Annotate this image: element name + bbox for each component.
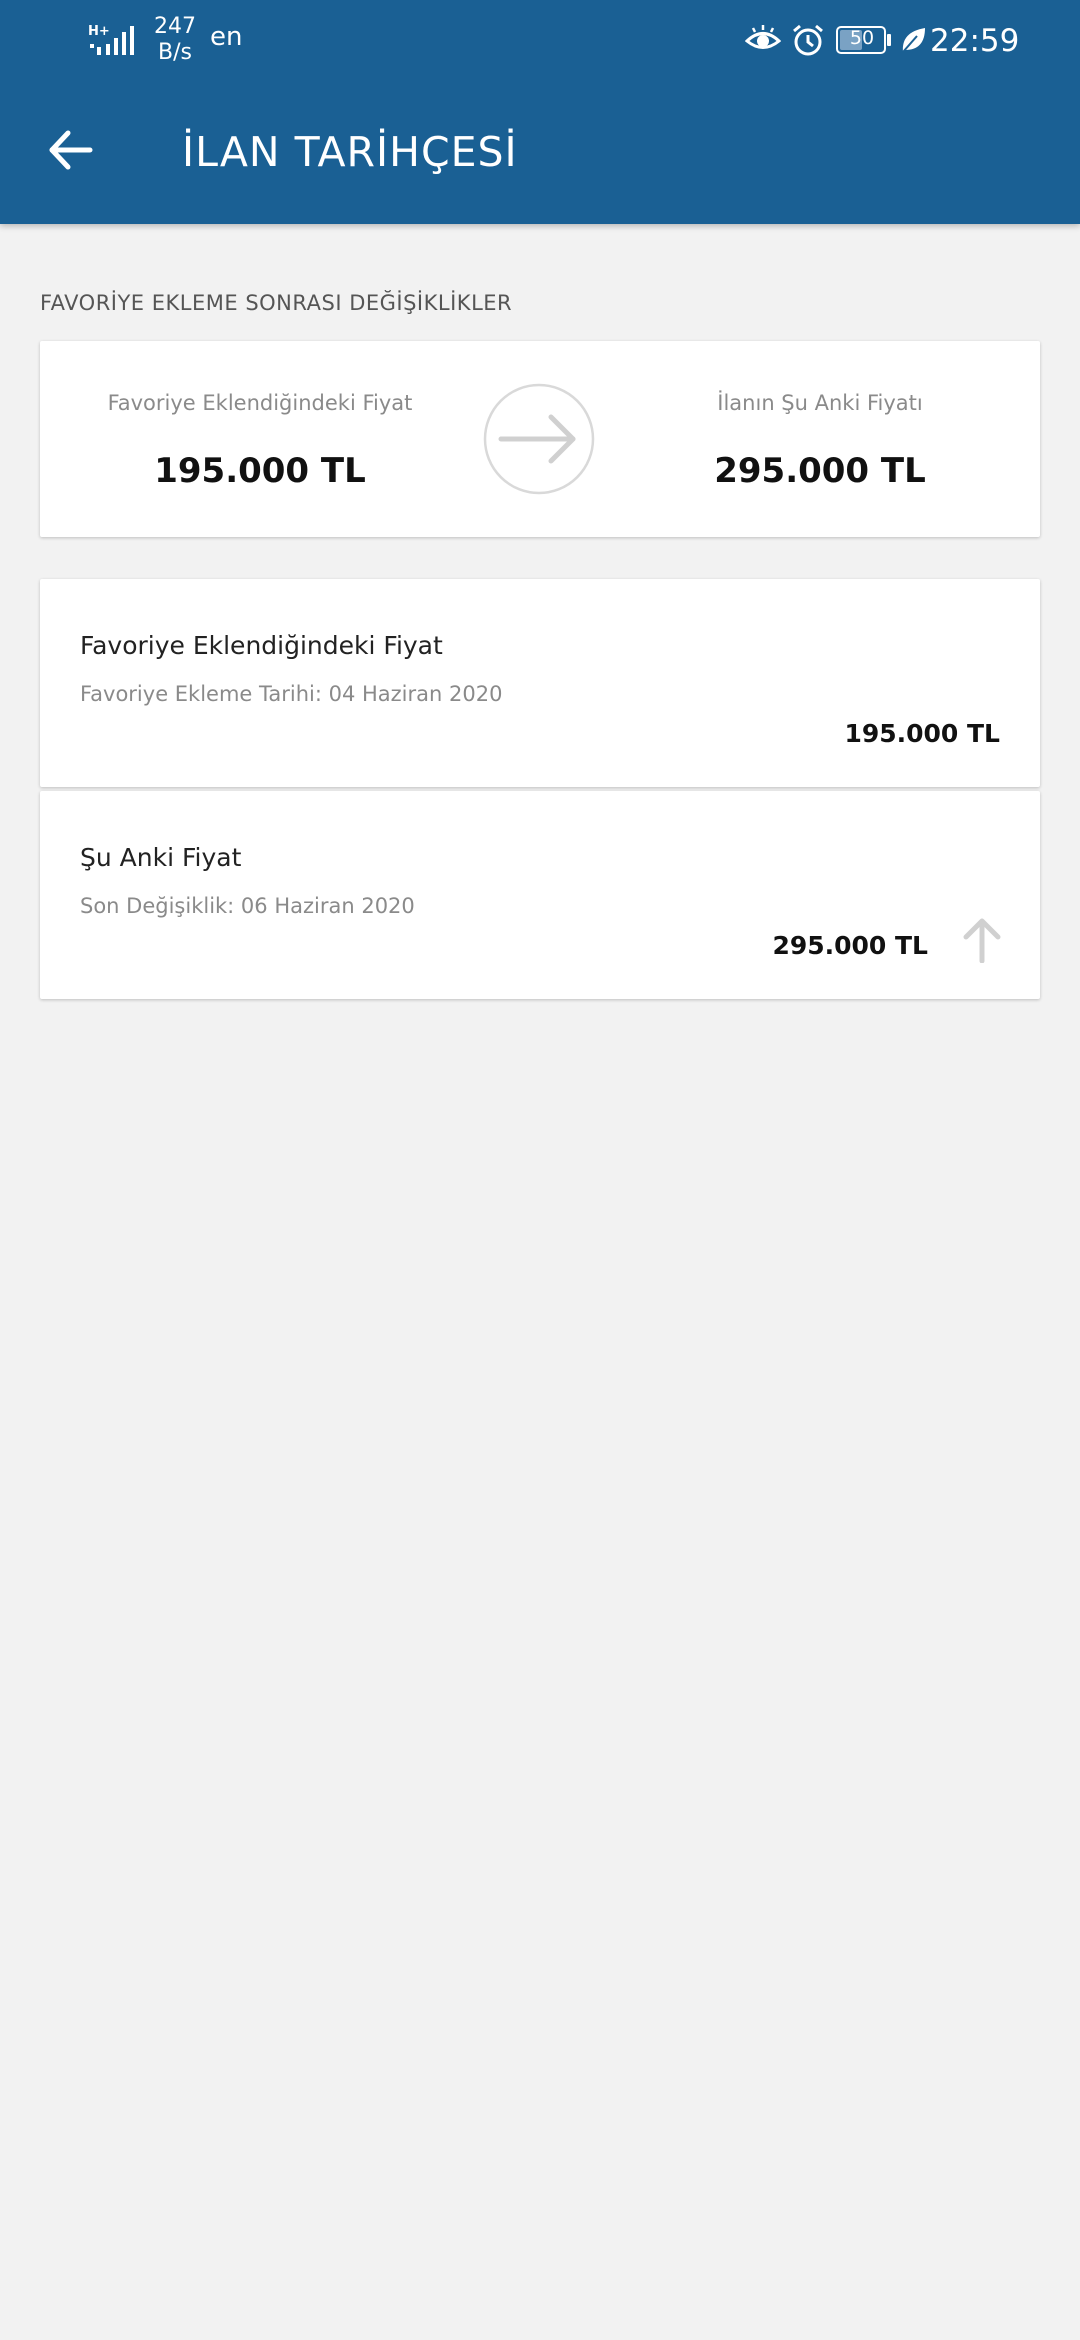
history-item-favorite: Favoriye Eklendiğindeki Fiyat Favoriye E… [40,579,1040,787]
network-speed-unit: B/s [158,40,192,65]
signal-icon: H+ [88,24,134,55]
history-item-price: 195.000 TL [844,719,1000,748]
alarm-icon [793,24,823,56]
status-bar: H+ 247 B/s en 50 22:59 [0,0,1080,84]
page-title: İLAN TARİHÇESİ [182,128,518,176]
network-type-label: H+ [88,24,110,39]
history-item-date: Son Değişiklik: 06 Haziran 2020 [80,894,415,918]
history-item-current: Şu Anki Fiyat Son Değişiklik: 06 Haziran… [40,791,1040,999]
arrow-up-icon [963,918,1001,963]
section-title: FAVORİYE EKLEME SONRASI DEĞİŞİKLİKLER [40,291,513,315]
history-item-price: 295.000 TL [772,931,928,960]
battery-level: 50 [849,27,875,49]
eye-comfort-icon [745,25,781,49]
network-speed-value: 247 [154,14,196,39]
history-item-title: Favoriye Eklendiğindeki Fiyat [80,631,443,660]
arrow-right-icon [483,383,595,495]
leaf-icon [902,28,925,53]
history-item-title: Şu Anki Fiyat [80,843,242,872]
history-item-date: Favoriye Ekleme Tarihi: 04 Haziran 2020 [80,682,503,706]
initial-price-value: 195.000 TL [154,451,366,491]
back-arrow-icon[interactable] [44,122,100,178]
current-price-label: İlanın Şu Anki Fiyatı [717,391,923,415]
network-speed: 247 B/s [154,14,196,66]
language-indicator: en [210,22,243,52]
price-summary-card: Favoriye Eklendiğindeki Fiyat 195.000 TL… [40,341,1040,537]
clock: 22:59 [930,23,1020,59]
initial-price-label: Favoriye Eklendiğindeki Fiyat [107,391,413,415]
current-price-value: 295.000 TL [714,451,926,491]
app-bar: H+ 247 B/s en 50 22:59 İLAN TARİHÇESİ [0,0,1080,224]
